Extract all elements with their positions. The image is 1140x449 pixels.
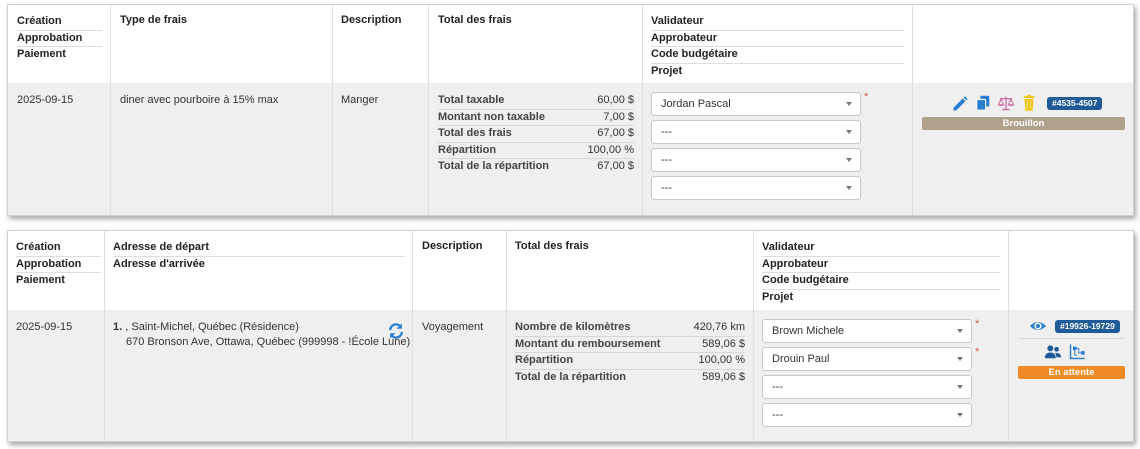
expense-header: Création Approbation Paiement Adresse de… [8, 231, 1133, 310]
projet-select[interactable]: --- [762, 403, 972, 427]
totals-row: Nombre de kilomètres 420,76 km [515, 320, 745, 337]
approbateur-select[interactable]: Drouin Paul [762, 347, 972, 371]
column-divider [642, 5, 643, 215]
chevron-down-icon [846, 130, 852, 134]
row-description: Manger [341, 94, 379, 106]
header-adresse-depart: Adresse de départ [113, 240, 405, 257]
row-description: Voyagement [422, 321, 484, 333]
chevron-down-icon [957, 385, 963, 389]
users-icon[interactable] [1044, 343, 1062, 361]
pencil-icon[interactable] [951, 94, 969, 112]
header-approbateur: Approbateur [762, 257, 1000, 273]
expense-id-badge[interactable]: #4535-4507 [1047, 97, 1103, 110]
column-divider [753, 231, 754, 441]
row-addresses: 1. , Saint-Michel, Québec (Résidence) 67… [113, 320, 410, 350]
code-budgetaire-select[interactable]: --- [762, 375, 972, 399]
eye-icon[interactable] [1029, 317, 1047, 335]
column-divider [1008, 231, 1009, 441]
header-creation: Création [17, 14, 102, 31]
required-marker: * [864, 91, 869, 103]
totals-table: Nombre de kilomètres 420,76 km Montant du… [515, 320, 745, 385]
expense-row: 2025-09-15 diner avec pourboire à 15% ma… [8, 83, 1133, 215]
org-chart-icon[interactable] [1068, 343, 1086, 361]
totals-row: Montant non taxable 7,00 $ [438, 110, 634, 126]
header-validateur: Validateur [762, 240, 1000, 257]
totals-row: Total taxable 60,00 $ [438, 93, 634, 110]
totals-table: Total taxable 60,00 $ Montant non taxable… [438, 93, 634, 175]
totals-row: Total de la répartition 67,00 $ [438, 160, 634, 172]
expense-id-badge[interactable]: #19926-19729 [1055, 320, 1120, 333]
header-approbation: Approbation [16, 257, 101, 273]
header-type: Type de frais [120, 14, 188, 26]
column-divider [412, 231, 413, 441]
expense-card-meal: Création Approbation Paiement Type de fr… [7, 4, 1134, 216]
validateur-select[interactable]: Jordan Pascal [651, 92, 861, 116]
header-description: Description [341, 14, 402, 26]
status-badge: En attente [1018, 366, 1125, 379]
balance-scale-icon[interactable] [997, 94, 1015, 112]
header-paiement: Paiement [16, 274, 65, 286]
copy-icon[interactable] [974, 94, 992, 112]
address-number: 1. [113, 321, 123, 333]
column-divider [332, 5, 333, 215]
address-start: , Saint-Michel, Québec (Résidence) [125, 321, 299, 333]
chevron-down-icon [846, 102, 852, 106]
chevron-down-icon [846, 186, 852, 190]
header-code-budgetaire: Code budgétaire [651, 47, 904, 64]
header-totals: Total des frais [515, 240, 589, 252]
status-badge: Brouillon [922, 117, 1125, 130]
chevron-down-icon [957, 413, 963, 417]
divider [1018, 338, 1125, 339]
projet-select[interactable]: --- [651, 176, 861, 200]
header-paiement: Paiement [17, 48, 66, 60]
header-approbateur: Approbateur [651, 31, 904, 47]
row-type: diner avec pourboire à 15% max [120, 94, 279, 106]
code-budgetaire-select[interactable]: --- [651, 148, 861, 172]
dates-header: Création Approbation Paiement [16, 240, 101, 289]
address-end: 670 Bronson Ave, Ottawa, Québec (999998 … [126, 336, 411, 348]
header-adresse-arrivee: Adresse d'arrivée [113, 257, 205, 270]
trash-icon[interactable] [1020, 94, 1038, 112]
row-date: 2025-09-15 [16, 321, 73, 333]
expense-row: 2025-09-15 1. , Saint-Michel, Québec (Ré… [8, 310, 1133, 441]
totals-row: Répartition 100,00 % [438, 143, 634, 159]
chevron-down-icon [957, 357, 963, 361]
approbateur-select[interactable]: --- [651, 120, 861, 144]
header-creation: Création [16, 240, 101, 257]
expense-card-mileage: Création Approbation Paiement Adresse de… [7, 230, 1134, 442]
header-projet: Projet [651, 64, 683, 77]
totals-row: Répartition 100,00 % [515, 353, 745, 370]
approvals-header: Validateur Approbateur Code budgétaire P… [651, 14, 904, 79]
validateur-select[interactable]: Brown Michele [762, 319, 972, 343]
header-code-budgetaire: Code budgétaire [762, 273, 1000, 290]
header-approbation: Approbation [17, 31, 102, 47]
expense-header: Création Approbation Paiement Type de fr… [8, 5, 1133, 83]
header-description: Description [422, 240, 483, 252]
chevron-down-icon [957, 329, 963, 333]
header-projet: Projet [762, 290, 794, 303]
totals-row: Total de la répartition 589,06 $ [515, 370, 745, 383]
required-marker: * [975, 346, 980, 358]
header-totals: Total des frais [438, 14, 512, 26]
totals-row: Montant du remboursement 589,06 $ [515, 337, 745, 353]
dates-header: Création Approbation Paiement [17, 14, 102, 63]
column-divider [110, 5, 111, 215]
column-divider [104, 231, 105, 441]
approvals-header: Validateur Approbateur Code budgétaire P… [762, 240, 1000, 305]
required-marker: * [975, 318, 980, 330]
row-date: 2025-09-15 [17, 94, 74, 106]
address-header: Adresse de départ Adresse d'arrivée [113, 240, 405, 272]
chevron-down-icon [846, 158, 852, 162]
column-divider [428, 5, 429, 215]
column-divider [912, 5, 913, 215]
totals-row: Total des frais 67,00 $ [438, 126, 634, 143]
column-divider [506, 231, 507, 441]
refresh-icon[interactable] [387, 322, 405, 340]
header-validateur: Validateur [651, 14, 904, 31]
